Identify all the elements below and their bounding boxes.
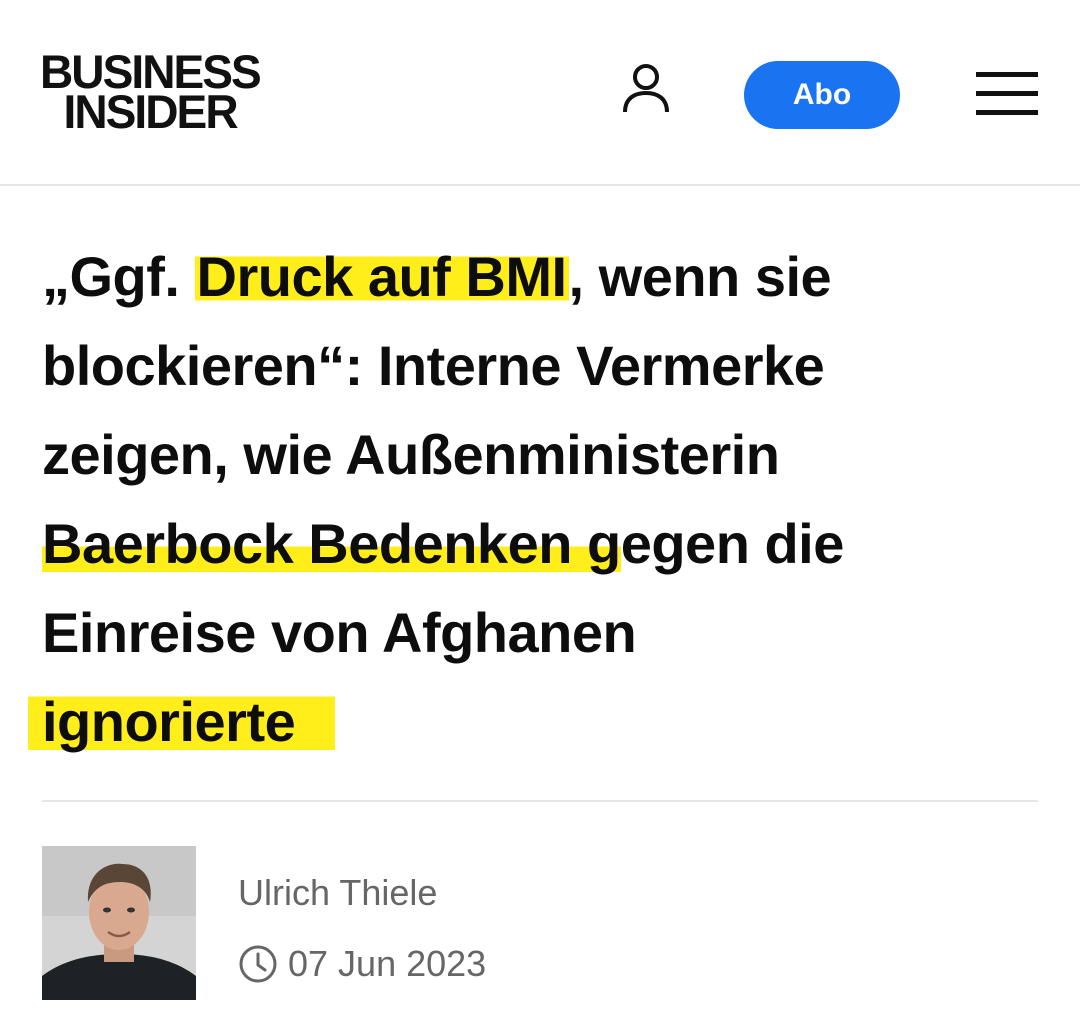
logo-line-2: INSIDER bbox=[63, 85, 239, 138]
headline-row: Baerbock Bedenken gegen die bbox=[42, 499, 1052, 588]
article-headline: „Ggf. Druck auf BMI, wenn sie blockieren… bbox=[28, 232, 1052, 766]
abo-button[interactable]: Abo bbox=[744, 61, 900, 129]
site-header: BUSINESS INSIDER Abo bbox=[0, 0, 1080, 186]
headline-text: , wenn sie bbox=[568, 245, 832, 308]
menu-icon[interactable] bbox=[976, 72, 1038, 116]
headline-row: zeigen, wie Außenministerin bbox=[42, 423, 780, 486]
clock-icon bbox=[239, 945, 277, 983]
highlighted-text: Druck auf BMI bbox=[194, 245, 569, 308]
headline-row: blockieren“: Interne Vermerke bbox=[42, 334, 825, 397]
headline-row: ignorierte bbox=[28, 677, 1052, 766]
highlighted-text: Baerbock Bedenken g bbox=[42, 512, 621, 575]
user-icon[interactable] bbox=[620, 62, 672, 114]
headline-row: „Ggf. Druck auf BMI, wenn sie bbox=[42, 232, 1052, 321]
publish-date: 07 Jun 2023 bbox=[238, 942, 486, 986]
highlighted-text: ignorierte bbox=[28, 690, 336, 753]
author-name[interactable]: Ulrich Thiele bbox=[238, 872, 437, 914]
article-page: BUSINESS INSIDER Abo „Ggf. Druck auf BMI… bbox=[0, 0, 1080, 1020]
date-text: 07 Jun 2023 bbox=[288, 943, 487, 984]
divider bbox=[42, 800, 1038, 802]
headline-row: Einreise von Afghanen bbox=[42, 601, 637, 664]
headline-text: „Ggf. bbox=[42, 245, 195, 308]
headline-text: egen die bbox=[620, 512, 845, 575]
business-insider-logo[interactable]: BUSINESS INSIDER bbox=[40, 48, 262, 138]
author-avatar[interactable] bbox=[42, 846, 196, 1000]
